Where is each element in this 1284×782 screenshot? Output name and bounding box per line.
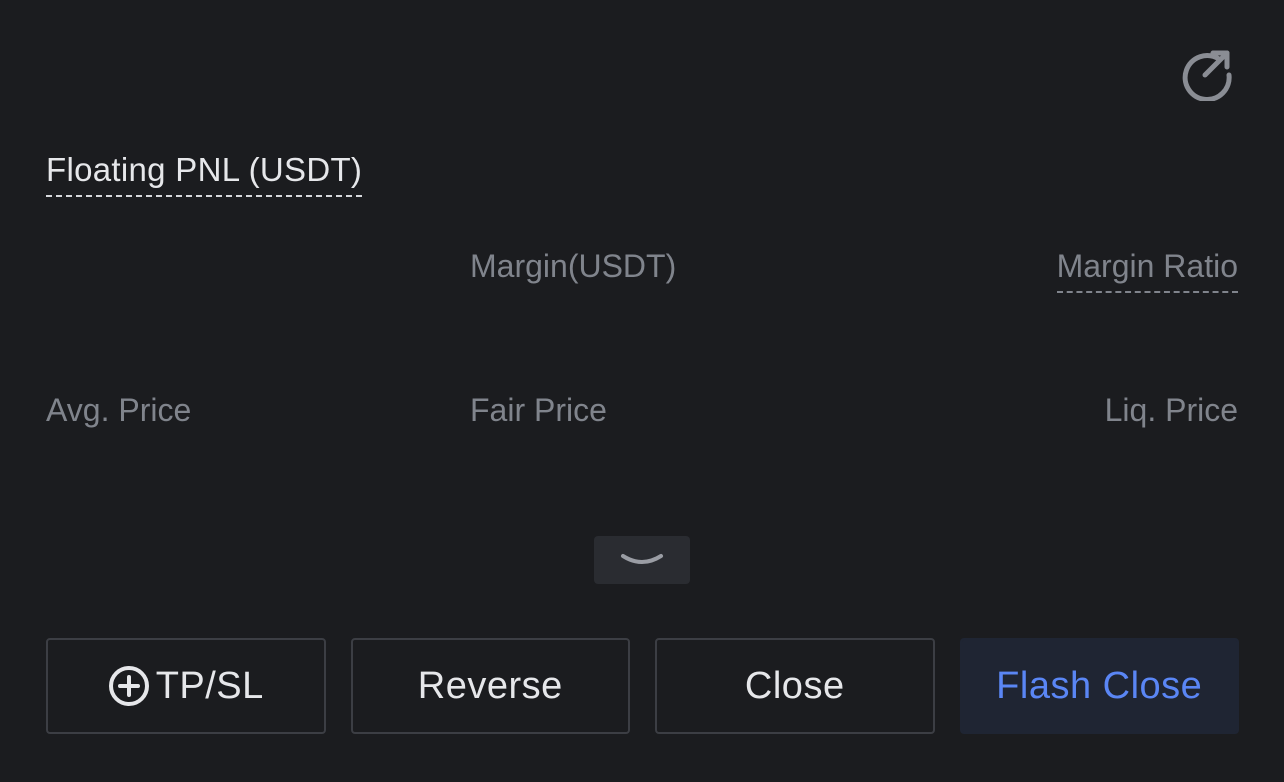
share-arrow-icon xyxy=(1182,50,1232,101)
close-button[interactable]: Close xyxy=(655,638,935,734)
expand-toggle-button[interactable] xyxy=(594,536,690,584)
flash-close-label: Flash Close xyxy=(996,664,1203,707)
flash-close-button[interactable]: Flash Close xyxy=(959,638,1239,734)
chevron-down-icon xyxy=(621,554,663,564)
margin-ratio-label[interactable]: Margin Ratio xyxy=(1056,247,1238,293)
reverse-button[interactable]: Reverse xyxy=(350,638,630,734)
tpsl-button[interactable]: TP/SL xyxy=(46,638,326,734)
fair-price-label: Fair Price xyxy=(470,392,607,428)
close-label: Close xyxy=(744,664,845,707)
floating-pnl-label[interactable]: Floating PNL (USDT) xyxy=(46,151,363,197)
plus-circle-icon xyxy=(108,665,150,707)
tpsl-label: TP/SL xyxy=(155,664,264,707)
margin-label: Margin(USDT) xyxy=(470,248,677,284)
avg-price-label: Avg. Price xyxy=(46,392,192,428)
position-card: Floating PNL (USDT) Margin(USDT) Margin … xyxy=(0,0,1284,782)
share-button[interactable] xyxy=(1174,40,1240,106)
liq-price-label: Liq. Price xyxy=(1104,392,1238,428)
reverse-label: Reverse xyxy=(417,664,563,707)
action-buttons: TP/SL Reverse Close Flash Close xyxy=(46,638,1239,734)
